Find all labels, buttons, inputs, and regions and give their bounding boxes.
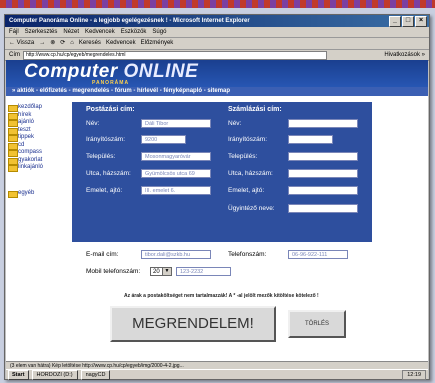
mobile-prefix-select[interactable]: 20 ▼	[150, 267, 172, 276]
billing-floor-label: Emelet, ajtó:	[228, 187, 265, 194]
postal-zip-input[interactable]: 9200	[141, 135, 186, 144]
contact-strip	[72, 242, 372, 285]
billing-floor-input[interactable]	[288, 186, 358, 195]
sidebar-item-cd[interactable]: cd	[6, 142, 60, 150]
phone-input[interactable]: 06-96-922-111	[288, 250, 348, 259]
required-note: Az árak a postaköltséget nem tartalmazzá…	[124, 293, 319, 299]
site-banner: Computer ONLINE PANORÁMA	[6, 60, 428, 87]
email-label: E-mail cím:	[86, 251, 119, 258]
forward-button[interactable]: →	[39, 38, 45, 49]
page-content: Computer ONLINE PANORÁMA » aktiók - előf…	[6, 60, 428, 361]
stop-button[interactable]: ⊗	[50, 38, 55, 49]
sidebar-item-gyakorlat[interactable]: gyakorlat	[6, 157, 60, 165]
billing-zip-label: Irányítószám:	[228, 136, 268, 143]
toolbar: ← Vissza → ⊗ ⟳ ⌂ Keresés Kedvencek Előzm…	[5, 38, 429, 50]
sidebar: kezdőlap hírek ajánló teszt tippek cd co…	[6, 96, 60, 361]
address-input[interactable]: http://www.cp.hu/cp/egyeb/megrendeles.ht…	[23, 50, 327, 60]
maximize-button[interactable]: □	[402, 16, 414, 27]
browser-window: Computer Panoráma Online - a legjobb ege…	[4, 14, 430, 380]
favorites-button[interactable]: Kedvencek	[106, 38, 136, 49]
sidebar-item-compass[interactable]: compass	[6, 149, 60, 157]
home-button[interactable]: ⌂	[70, 38, 74, 49]
taskbar: Start HORDOZI (D:) nagyCD 12:19	[6, 369, 428, 380]
billing-street-input[interactable]	[288, 169, 358, 178]
email-input[interactable]: tibor.dali@szkb.hu	[141, 250, 211, 259]
submit-order-button[interactable]: MEGRENDELEM!	[110, 306, 276, 342]
postal-title: Postázási cím:	[86, 106, 135, 113]
billing-zip-input[interactable]	[288, 135, 333, 144]
postal-zip-label: Irányítószám:	[86, 136, 126, 143]
sidebar-item-linkajanlo[interactable]: linkajánló	[6, 164, 60, 172]
postal-name-label: Név:	[86, 120, 100, 127]
menu-view[interactable]: Nézet	[63, 27, 79, 37]
history-button[interactable]: Előzmények	[141, 38, 174, 49]
mobile-label: Mobil telefonszám:	[86, 268, 141, 275]
postal-floor-label: Emelet, ajtó:	[86, 187, 123, 194]
billing-city-label: Település:	[228, 153, 258, 160]
logo-sub: PANORÁMA	[92, 80, 130, 86]
sidebar-item-tippek[interactable]: tippek	[6, 134, 60, 142]
folder-icon	[8, 190, 18, 198]
menu-file[interactable]: Fájl	[9, 27, 19, 37]
sidebar-item-teszt[interactable]: teszt	[6, 127, 60, 135]
minimize-button[interactable]: _	[389, 16, 401, 27]
menu-tools[interactable]: Eszközök	[121, 27, 147, 37]
billing-name-label: Név:	[228, 120, 242, 127]
postal-name-input[interactable]: Dáli Tibor	[141, 119, 211, 128]
billing-name-input[interactable]	[288, 119, 358, 128]
chevron-down-icon: ▼	[162, 268, 171, 275]
folder-icon	[8, 165, 18, 172]
billing-contact-input[interactable]	[288, 204, 358, 213]
task-hordozi[interactable]: HORDOZI (D:)	[31, 369, 78, 380]
postal-street-label: Utca, házszám:	[86, 170, 131, 177]
status-bar: (3 elem van hátra) Kép letöltése http://…	[6, 361, 428, 369]
sidebar-item-egyeb[interactable]: egyéb	[6, 190, 60, 198]
postal-city-label: Település:	[86, 153, 116, 160]
start-button[interactable]: Start	[8, 369, 29, 380]
logo-online: ONLINE	[123, 61, 199, 82]
mobile-input[interactable]: 123-2232	[176, 267, 231, 276]
reset-button[interactable]: TÖRLÉS	[288, 310, 346, 338]
taskbar-clock: 12:19	[402, 369, 426, 380]
menu-bar: Fájl Szerkesztés Nézet Kedvencek Eszközö…	[5, 27, 429, 38]
billing-street-label: Utca, házszám:	[228, 170, 273, 177]
mobile-prefix-value: 20	[153, 269, 160, 275]
phone-label: Telefonszám:	[228, 251, 267, 258]
logo-main: Computer	[24, 61, 118, 82]
billing-title: Számlázási cím:	[228, 106, 282, 113]
window-title: Computer Panoráma Online - a legjobb ege…	[9, 18, 250, 24]
menu-favorites[interactable]: Kedvencek	[85, 27, 115, 37]
refresh-button[interactable]: ⟳	[60, 38, 65, 49]
site-navbar[interactable]: » aktiók - előfizetés - megrendelés - fó…	[6, 87, 428, 96]
links-button[interactable]: Hivatkozások »	[384, 50, 429, 60]
menu-help[interactable]: Súgó	[152, 27, 166, 37]
sidebar-item-kezdolap[interactable]: kezdőlap	[6, 104, 60, 112]
close-button[interactable]: ×	[415, 16, 427, 27]
sidebar-item-ajanlo[interactable]: ajánló	[6, 119, 60, 127]
address-label: Cím	[9, 52, 20, 58]
billing-city-input[interactable]	[288, 152, 358, 161]
window-titlebar: Computer Panoráma Online - a legjobb ege…	[5, 15, 429, 27]
magazine-top-strip	[0, 0, 435, 8]
window-controls: _ □ ×	[389, 16, 427, 27]
sidebar-item-hirek[interactable]: hírek	[6, 112, 60, 120]
postal-city-input[interactable]: Mosonmagyaróvár	[141, 152, 211, 161]
task-nagycd[interactable]: nagyCD	[80, 369, 111, 380]
billing-contact-label: Ügyintéző neve:	[228, 205, 275, 212]
search-button[interactable]: Keresés	[79, 38, 101, 49]
menu-edit[interactable]: Szerkesztés	[25, 27, 58, 37]
postal-floor-input[interactable]: III. emelet 6.	[141, 186, 211, 195]
postal-street-input[interactable]: Gyümölcsös utca 69	[141, 169, 211, 178]
back-button[interactable]: ← Vissza	[9, 38, 34, 49]
